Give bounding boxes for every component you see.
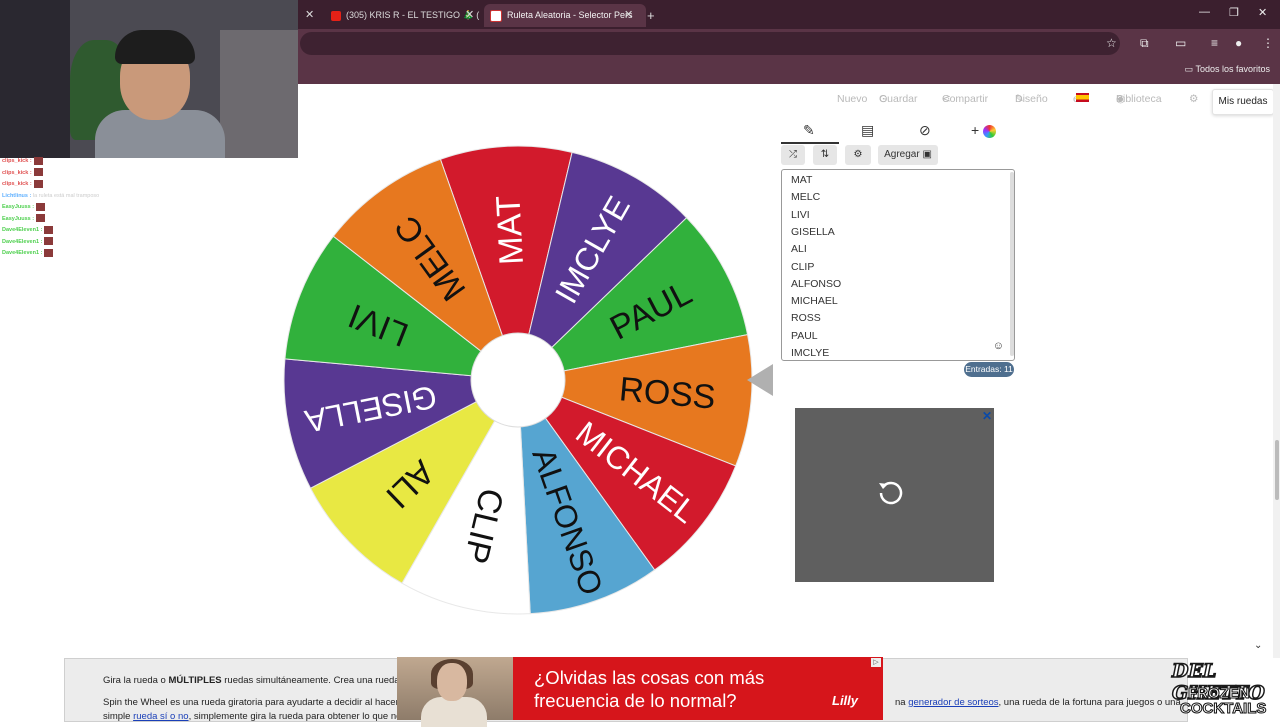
description-line-2-right: na generador de sorteos, una rueda de la… xyxy=(895,697,1181,708)
add-wheel-icon[interactable]: + xyxy=(971,122,997,138)
yes-no-wheel-link[interactable]: rueda sí o no xyxy=(133,711,188,722)
entry-line: LIVI xyxy=(791,208,810,221)
shuffle-button[interactable]: ⤮ xyxy=(781,145,805,165)
close-tab-icon[interactable]: ✕ xyxy=(465,4,474,27)
entry-line: MICHAEL xyxy=(791,295,838,308)
entry-line: PAUL xyxy=(791,329,818,342)
entries-scrollbar[interactable] xyxy=(1010,172,1014,356)
video-ad-box: ✕ xyxy=(795,408,994,582)
image-icon: ▣ xyxy=(922,149,932,160)
banner-ad[interactable]: ¿Olvidas las cosas con más frecuencia de… xyxy=(397,657,883,727)
wheel-pointer xyxy=(747,364,773,396)
panel-tabs: ✎ ▤ ⊘ + xyxy=(781,118,1015,144)
settings-icon[interactable]: ⚙ xyxy=(1189,93,1198,105)
restore-icon[interactable]: ❐ xyxy=(1229,6,1239,19)
entry-line: GISELLA xyxy=(791,225,835,238)
wheel-hub[interactable] xyxy=(470,332,566,428)
tab-ruleta[interactable]: Ruleta Aleatoria - Selector Pers ✕ xyxy=(484,4,646,27)
active-tab-underline xyxy=(781,142,839,144)
raffle-generator-link[interactable]: generador de sorteos xyxy=(908,697,998,708)
webcam-overlay xyxy=(0,0,298,158)
wheel-favicon-icon xyxy=(490,9,502,22)
stream-chat: clips_kick : clips_kick : clips_kick : L… xyxy=(2,156,162,260)
profile-avatar[interactable]: ● xyxy=(1235,36,1242,50)
star-icon[interactable]: ☆ xyxy=(1106,36,1117,50)
clipboard-tab-icon[interactable]: ▤ xyxy=(861,122,874,139)
emoji-icon[interactable]: ☺ xyxy=(993,340,1004,352)
chat-message: Dave4Eleven1 : xyxy=(2,225,162,237)
ad-brand-logo: Lilly xyxy=(832,693,859,708)
chat-message: clips_kick : xyxy=(2,168,162,180)
ad-headline: ¿Olvidas las cosas con más frecuencia de… xyxy=(534,667,765,711)
edit-tab-pencil-icon[interactable]: ✎ xyxy=(803,122,815,139)
ad-choices-icon[interactable]: ▷ xyxy=(871,658,881,667)
youtube-icon xyxy=(331,10,341,21)
menu-icon[interactable]: ⋮ xyxy=(1262,36,1274,50)
description-line-1: Gira la rueda o MÚLTIPLES ruedas simultá… xyxy=(103,675,413,686)
entries-textarea[interactable]: ☺ MAT MELC LIVI GISELLA ALI CLIP ALFONSO MICHAE… xyxy=(781,169,1015,361)
close-ad-icon[interactable]: ✕ xyxy=(982,409,992,423)
tab-youtube[interactable]: (305) KRIS R - EL TESTIGO 🎄 ( ✕ xyxy=(325,4,486,27)
entry-line: ROSS xyxy=(791,312,821,325)
all-bookmarks[interactable]: ▭ Todos los favoritos xyxy=(1185,64,1270,75)
entry-line: MELC xyxy=(791,191,821,204)
chat-message: EasyJuuss : xyxy=(2,214,162,226)
chat-message: Lichtlinus : la ruleta está mal tramposo xyxy=(2,192,100,199)
extensions-icon[interactable]: ⧉ xyxy=(1140,36,1149,51)
close-window-icon[interactable]: ✕ xyxy=(1258,6,1267,19)
description-line-2: Spin the Wheel es una rueda giratoria pa… xyxy=(103,697,407,708)
chat-message: clips_kick : xyxy=(2,179,162,191)
description-line-3: simple rueda sí o no, simplemente gira l… xyxy=(103,711,417,722)
close-tab-icon[interactable]: ✕ xyxy=(624,4,633,27)
entries-count-badge: Entradas: 11 xyxy=(964,362,1014,377)
reading-list-icon[interactable]: ≡ xyxy=(1211,36,1218,50)
spin-wheel[interactable]: MAT IMCLYEPAULROSSMICHAELALFONSOCLIPALIGI… xyxy=(283,134,753,626)
entry-line: ALI xyxy=(791,243,807,256)
page-scrollbar-thumb[interactable] xyxy=(1275,440,1279,500)
chat-message: Dave4Eleven1 : xyxy=(2,237,162,249)
stream-logo: DEL GHETTO FROZEN COCKTAILS xyxy=(1171,659,1267,717)
mis-ruedas-button[interactable]: Mis ruedas xyxy=(1212,89,1274,115)
ad-photo xyxy=(397,657,513,727)
sort-button[interactable]: ⇅ xyxy=(813,145,837,165)
entry-line: IMCLYE xyxy=(791,347,830,359)
spain-flag-icon xyxy=(1076,93,1089,102)
settings-gear-button[interactable]: ⚙ xyxy=(845,145,871,165)
chat-message: Dave4Eleven1 : xyxy=(2,248,162,260)
chevron-down-icon[interactable]: ⌄ xyxy=(1254,640,1262,651)
minimize-icon[interactable]: — xyxy=(1199,6,1210,18)
add-image-button[interactable]: Agregar ▣ xyxy=(878,145,938,165)
wheel-segment-label: MAT xyxy=(489,195,531,266)
cast-icon[interactable]: ▭ xyxy=(1175,36,1186,50)
address-bar[interactable] xyxy=(300,32,1120,55)
chat-message: EasyJuuss : xyxy=(2,202,162,214)
replay-icon[interactable] xyxy=(877,478,905,506)
chat-message: clips_kick : xyxy=(2,156,162,168)
entry-line: MAT xyxy=(791,174,813,186)
page-scrollbar[interactable] xyxy=(1273,84,1280,658)
entry-line: CLIP xyxy=(791,260,815,273)
hide-eye-icon[interactable]: ⊘ xyxy=(919,122,931,139)
nuevo-link[interactable]: Nuevo xyxy=(837,93,867,105)
new-tab-button[interactable]: + xyxy=(647,4,655,27)
entry-line: ALFONSO xyxy=(791,277,842,290)
